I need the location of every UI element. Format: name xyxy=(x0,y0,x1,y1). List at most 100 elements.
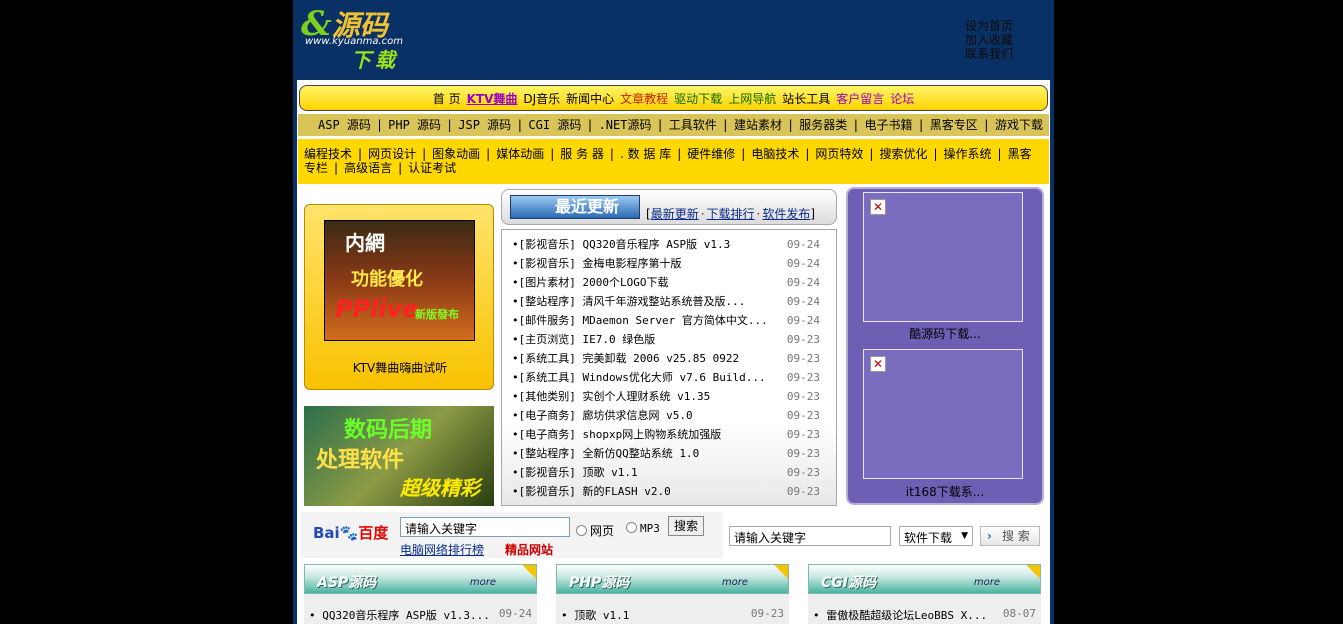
tab-latest[interactable]: 最新更新 xyxy=(651,207,699,221)
source-nav-item[interactable]: 建站素材 xyxy=(734,118,782,132)
list-item-title: •[电子商务] 廊坊供求信息网 v5.0 xyxy=(512,409,693,422)
list-item-title: •[整站程序] 清风千年游戏整站系统普及版... xyxy=(512,295,746,308)
site-logo[interactable]: &源码 www.kyuanma.com 下载 xyxy=(301,4,461,72)
list-item[interactable]: •[系统工具] 完美卸载 2006 v25.85 0922 09-23 xyxy=(512,349,830,368)
category-select[interactable]: 软件下载 ▼ xyxy=(899,526,973,546)
separator: | xyxy=(358,147,363,161)
list-item[interactable]: •[邮件服务] MDaemon Server 官方简体中文... 09-24 xyxy=(512,311,830,330)
list-item[interactable]: •[系统工具] Windows优化大师 v7.6 Build... 09-23 xyxy=(512,368,830,387)
separator: | xyxy=(741,147,746,161)
main-nav-item[interactable]: 客户留言 xyxy=(836,92,884,106)
list-item[interactable]: •[主页浏览] IE7.0 绿色版 09-23 xyxy=(512,330,830,349)
right-ads: ✕ 酷源码下载... ✕ it168下载系... xyxy=(846,187,1044,505)
more-link[interactable]: more xyxy=(470,577,496,588)
topic-nav-item[interactable]: 搜索优化 xyxy=(879,147,927,161)
list-item-title: •[系统工具] 完美卸载 2006 v25.85 0922 xyxy=(512,352,740,365)
main-nav-item[interactable]: 驱动下载 xyxy=(674,92,722,106)
list-item-title: •[主页浏览] IE7.0 绿色版 xyxy=(512,333,656,346)
separator: | xyxy=(982,118,990,132)
source-nav-item[interactable]: 服务器类 xyxy=(799,118,847,132)
baidu-search-input[interactable]: 请输入关键字 xyxy=(400,517,570,537)
source-nav-item[interactable]: 游戏下载 xyxy=(995,118,1043,132)
best-sites-link[interactable]: 精品网站 xyxy=(505,541,553,558)
radio-web[interactable]: 网页 xyxy=(576,522,614,539)
list-item-date: 09-23 xyxy=(786,371,820,384)
list-item[interactable]: • QQ320音乐程序 ASP版 v1.3... 09-24 xyxy=(309,607,534,623)
tab-publish[interactable]: 软件发布 xyxy=(762,207,810,221)
topic-nav-item[interactable]: 高级语言 xyxy=(344,161,392,175)
topic-nav-item[interactable]: 网页设计 xyxy=(368,147,416,161)
topic-nav-item[interactable]: 编程技术 xyxy=(304,147,352,161)
source-nav-item[interactable]: PHP 源码 xyxy=(388,118,441,132)
more-link[interactable]: more xyxy=(722,577,748,588)
source-nav-item[interactable]: 电子书籍 xyxy=(864,118,912,132)
main-nav-item[interactable]: KTV舞曲 xyxy=(467,92,518,106)
topic-nav-item[interactable]: 服 务 器 xyxy=(560,147,604,161)
main-nav-item[interactable]: 站长工具 xyxy=(782,92,830,106)
list-item-date: 09-23 xyxy=(786,390,820,403)
list-item[interactable]: •[影视音乐] 顶歌 v1.1 09-23 xyxy=(512,463,830,482)
list-item[interactable]: •[影视音乐] 金梅电影程序第十版 09-24 xyxy=(512,254,830,273)
list-item-title: •[影视音乐] QQ320音乐程序 ASP版 v1.3 xyxy=(512,238,731,251)
site-search-button[interactable]: › 搜 索 xyxy=(980,526,1040,546)
main-nav: 首 页 KTV舞曲 DJ音乐 新闻中心 文章教程 驱动下载 上网导航 站长工具 客户留言 论坛 xyxy=(299,85,1048,111)
separator: | xyxy=(677,147,682,161)
list-item[interactable]: • 顶歌 v1.1 09-23 xyxy=(561,607,786,623)
list-item[interactable]: •[影视音乐] QQ320音乐程序 ASP版 v1.3 09-24 xyxy=(512,235,830,254)
topic-nav-item[interactable]: 认证考试 xyxy=(408,161,456,175)
more-link[interactable]: more xyxy=(974,577,1000,588)
list-item[interactable]: •[其他类别] 实创个人理财系统 v1.35 09-23 xyxy=(512,387,830,406)
pplive-banner[interactable]: 内網 功能優化 PPlive 新版發布 xyxy=(324,220,475,341)
recent-updates-header: 最近更新 [最新更新 · 下载排行 · 软件发布] xyxy=(501,189,837,225)
ktv-caption[interactable]: KTV舞曲嗨曲试听 xyxy=(305,359,495,376)
section-header: CGI源码 more xyxy=(808,564,1041,594)
list-item[interactable]: •[影视音乐] 新的FLASH v2.0 09-23 xyxy=(512,482,830,501)
list-item-title: •[影视音乐] 顶歌 v1.1 xyxy=(512,466,638,479)
main-nav-item[interactable]: 首 页 xyxy=(433,92,461,106)
separator: | xyxy=(721,118,729,132)
list-item[interactable]: •[电子商务] 廊坊供求信息网 v5.0 09-23 xyxy=(512,406,830,425)
topic-nav-item[interactable]: 操作系统 xyxy=(944,147,992,161)
photo-software-banner[interactable]: 数码后期 处理软件 超级精彩 xyxy=(304,406,494,506)
topic-nav-item[interactable]: 电脑技术 xyxy=(751,147,799,161)
baidu-logo[interactable]: Bai🐾百度 xyxy=(313,522,388,543)
topic-nav-item[interactable]: 图象动画 xyxy=(432,147,480,161)
topic-nav-item[interactable]: . 数 据 库 xyxy=(620,147,671,161)
list-item[interactable]: • 雷傲极酷超级论坛LeoBBS X... 08-07 xyxy=(813,607,1038,623)
ktv-promo[interactable]: 内網 功能優化 PPlive 新版發布 KTV舞曲嗨曲试听 xyxy=(304,204,494,390)
source-nav-item[interactable]: JSP 源码 xyxy=(458,118,511,132)
set-homepage-link[interactable]: 设为首页 xyxy=(965,19,1013,33)
source-nav-item[interactable]: ASP 源码 xyxy=(318,118,371,132)
list-item-title: •[影视音乐] 新的FLASH v2.0 xyxy=(512,485,671,498)
baidu-search-button[interactable]: 搜索 xyxy=(668,516,704,536)
list-item[interactable]: •[整站程序] 清风千年游戏整站系统普及版... 09-24 xyxy=(512,292,830,311)
source-nav-item[interactable]: CGI 源码 xyxy=(528,118,581,132)
main-nav-item[interactable]: DJ音乐 xyxy=(523,92,560,106)
main-nav-item[interactable]: 上网导航 xyxy=(728,92,776,106)
list-item[interactable]: •[图片素材] 2000个LOGO下载 09-24 xyxy=(512,273,830,292)
main-nav-item[interactable]: 新闻中心 xyxy=(566,92,614,106)
tab-ranking[interactable]: 下载排行 xyxy=(707,207,755,221)
topic-nav-item[interactable]: 网页特效 xyxy=(815,147,863,161)
source-nav-item[interactable]: .NET源码 xyxy=(599,118,652,132)
ad-image[interactable]: ✕ xyxy=(863,349,1023,479)
contact-link[interactable]: 联系我们 xyxy=(965,47,1013,61)
ad-image[interactable]: ✕ xyxy=(863,192,1023,322)
ranking-link[interactable]: 电脑网络排行榜 xyxy=(400,541,484,558)
main-nav-item[interactable]: 文章教程 xyxy=(620,92,668,106)
source-nav-item[interactable]: 黑客专区 xyxy=(930,118,978,132)
radio-circle-icon xyxy=(626,522,637,533)
site-search-input[interactable]: 请输入关键字 xyxy=(729,526,891,546)
ad-caption[interactable]: it168下载系... xyxy=(848,483,1042,500)
source-nav-item[interactable]: 工具软件 xyxy=(669,118,717,132)
ad-caption[interactable]: 酷源码下载... xyxy=(848,325,1042,342)
topic-nav-item[interactable]: 硬件维修 xyxy=(687,147,735,161)
radio-mp3[interactable]: MP3 xyxy=(626,522,660,535)
banner-line: 处理软件 xyxy=(316,448,405,473)
add-favorite-link[interactable]: 加入收藏 xyxy=(965,33,1013,47)
list-item[interactable]: •[整站程序] 全新仿QQ整站系统 1.0 09-23 xyxy=(512,444,830,463)
main-nav-item[interactable]: 论坛 xyxy=(890,92,914,106)
list-item[interactable]: •[电子商务] shopxp网上购物系统加强版 09-23 xyxy=(512,425,830,444)
topic-nav-item[interactable]: 媒体动画 xyxy=(496,147,544,161)
banner-line: 内網 xyxy=(345,231,385,255)
